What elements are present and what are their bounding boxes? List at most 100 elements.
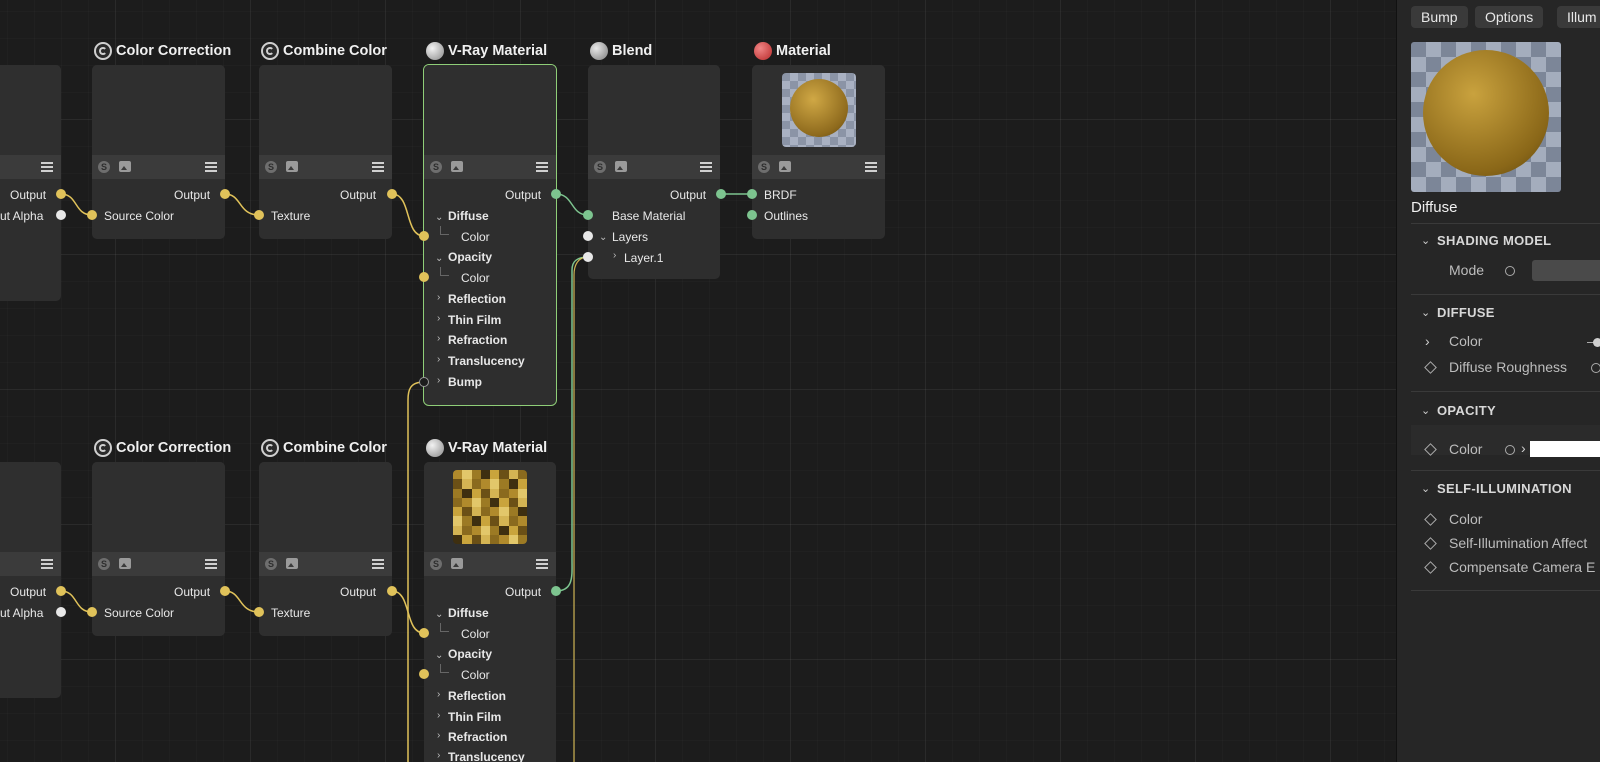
input-port[interactable] — [419, 231, 429, 241]
keyframe-diamond-icon[interactable] — [1424, 513, 1437, 526]
input-port[interactable] — [583, 210, 593, 220]
input-port[interactable] — [747, 210, 757, 220]
input-port[interactable] — [419, 669, 429, 679]
image-icon[interactable] — [286, 558, 298, 569]
chevron-down-icon[interactable]: ⌄ — [435, 609, 443, 620]
slider-knob[interactable] — [1593, 338, 1600, 347]
menu-icon[interactable] — [41, 162, 53, 172]
chevron-down-icon[interactable]: ⌄ — [1421, 306, 1430, 319]
image-icon[interactable] — [615, 161, 627, 172]
keyframe-diamond-icon[interactable] — [1424, 561, 1437, 574]
chevron-right-icon[interactable]: › — [437, 292, 440, 303]
layer1-port[interactable] — [583, 252, 593, 262]
output-port[interactable] — [551, 586, 561, 596]
chevron-down-icon[interactable]: ⌄ — [1421, 482, 1430, 495]
layers-port[interactable] — [583, 231, 593, 241]
image-icon[interactable] — [119, 161, 131, 172]
section-reflection[interactable]: Reflection — [448, 292, 506, 306]
opacity-color-swatch[interactable] — [1530, 441, 1600, 457]
alpha-port[interactable] — [56, 607, 66, 617]
output-port[interactable] — [387, 586, 397, 596]
section-translucency[interactable]: Translucency — [448, 354, 525, 368]
shader-icon[interactable]: S — [265, 558, 277, 570]
node-partial-left[interactable] — [0, 65, 61, 301]
tab-options[interactable]: Options — [1475, 6, 1544, 28]
chevron-right-icon[interactable]: › — [437, 710, 440, 721]
mode-dropdown[interactable] — [1532, 260, 1600, 281]
section-opacity[interactable]: OPACITY — [1437, 403, 1496, 418]
section-bump[interactable]: Bump — [448, 375, 482, 389]
image-icon[interactable] — [451, 558, 463, 569]
menu-icon[interactable] — [372, 162, 384, 172]
section-shading-model[interactable]: SHADING MODEL — [1437, 233, 1551, 248]
menu-icon[interactable] — [700, 162, 712, 172]
section-reflection[interactable]: Reflection — [448, 689, 506, 703]
section-diffuse[interactable]: DIFFUSE — [1437, 305, 1495, 320]
node-blend[interactable]: S — [588, 65, 720, 279]
tab-bump[interactable]: Bump — [1411, 6, 1468, 28]
section-thin-film[interactable]: Thin Film — [448, 313, 501, 327]
section-self-illumination[interactable]: SELF-ILLUMINATION — [1437, 481, 1572, 496]
node-partial-left[interactable] — [0, 462, 61, 698]
menu-icon[interactable] — [536, 559, 548, 569]
section-refraction[interactable]: Refraction — [448, 333, 507, 347]
keyframe-icon[interactable] — [1505, 266, 1515, 276]
input-port[interactable] — [254, 210, 264, 220]
chevron-right-icon[interactable]: › — [1521, 440, 1526, 456]
output-port[interactable] — [56, 586, 66, 596]
shader-icon[interactable]: S — [98, 558, 110, 570]
chevron-right-icon[interactable]: › — [613, 250, 616, 261]
input-port[interactable] — [87, 607, 97, 617]
section-diffuse[interactable]: Diffuse — [448, 606, 489, 620]
shader-icon[interactable]: S — [265, 161, 277, 173]
chevron-right-icon[interactable]: › — [437, 375, 440, 386]
chevron-down-icon[interactable]: ⌄ — [1421, 234, 1430, 247]
image-icon[interactable] — [286, 161, 298, 172]
section-thin-film[interactable]: Thin Film — [448, 710, 501, 724]
output-port[interactable] — [220, 189, 230, 199]
shader-icon[interactable]: S — [594, 161, 606, 173]
bump-input-port[interactable] — [419, 377, 429, 387]
input-port[interactable] — [254, 607, 264, 617]
input-port[interactable] — [87, 210, 97, 220]
chevron-right-icon[interactable]: › — [437, 354, 440, 365]
chevron-right-icon[interactable]: › — [437, 313, 440, 324]
input-port[interactable] — [419, 272, 429, 282]
output-port[interactable] — [56, 189, 66, 199]
section-opacity[interactable]: Opacity — [448, 647, 492, 661]
menu-icon[interactable] — [372, 559, 384, 569]
chevron-right-icon[interactable]: › — [437, 730, 440, 741]
menu-icon[interactable] — [205, 559, 217, 569]
tab-illumination[interactable]: Illum — [1557, 6, 1600, 28]
shader-icon[interactable]: S — [98, 161, 110, 173]
image-icon[interactable] — [451, 161, 463, 172]
output-port[interactable] — [220, 586, 230, 596]
chevron-down-icon[interactable]: ⌄ — [435, 212, 443, 223]
menu-icon[interactable] — [205, 162, 217, 172]
menu-icon[interactable] — [865, 162, 877, 172]
image-icon[interactable] — [779, 161, 791, 172]
section-diffuse[interactable]: Diffuse — [448, 209, 489, 223]
keyframe-diamond-icon[interactable] — [1424, 361, 1437, 374]
chevron-right-icon[interactable]: › — [1425, 333, 1430, 349]
chevron-down-icon[interactable]: ⌄ — [435, 650, 443, 661]
section-translucency[interactable]: Translucency — [448, 750, 525, 762]
keyframe-icon[interactable] — [1591, 363, 1600, 373]
shader-icon[interactable]: S — [758, 161, 770, 173]
output-port[interactable] — [551, 189, 561, 199]
chevron-down-icon[interactable]: ⌄ — [599, 232, 607, 243]
keyframe-diamond-icon[interactable] — [1424, 537, 1437, 550]
chevron-down-icon[interactable]: ⌄ — [435, 253, 443, 264]
menu-icon[interactable] — [536, 162, 548, 172]
chevron-right-icon[interactable]: › — [437, 689, 440, 700]
input-port[interactable] — [419, 628, 429, 638]
shader-icon[interactable]: S — [430, 161, 442, 173]
image-icon[interactable] — [119, 558, 131, 569]
output-port[interactable] — [716, 189, 726, 199]
shader-icon[interactable]: S — [430, 558, 442, 570]
keyframe-icon[interactable] — [1505, 445, 1515, 455]
section-refraction[interactable]: Refraction — [448, 730, 507, 744]
input-port[interactable] — [747, 189, 757, 199]
alpha-port[interactable] — [56, 210, 66, 220]
output-port[interactable] — [387, 189, 397, 199]
